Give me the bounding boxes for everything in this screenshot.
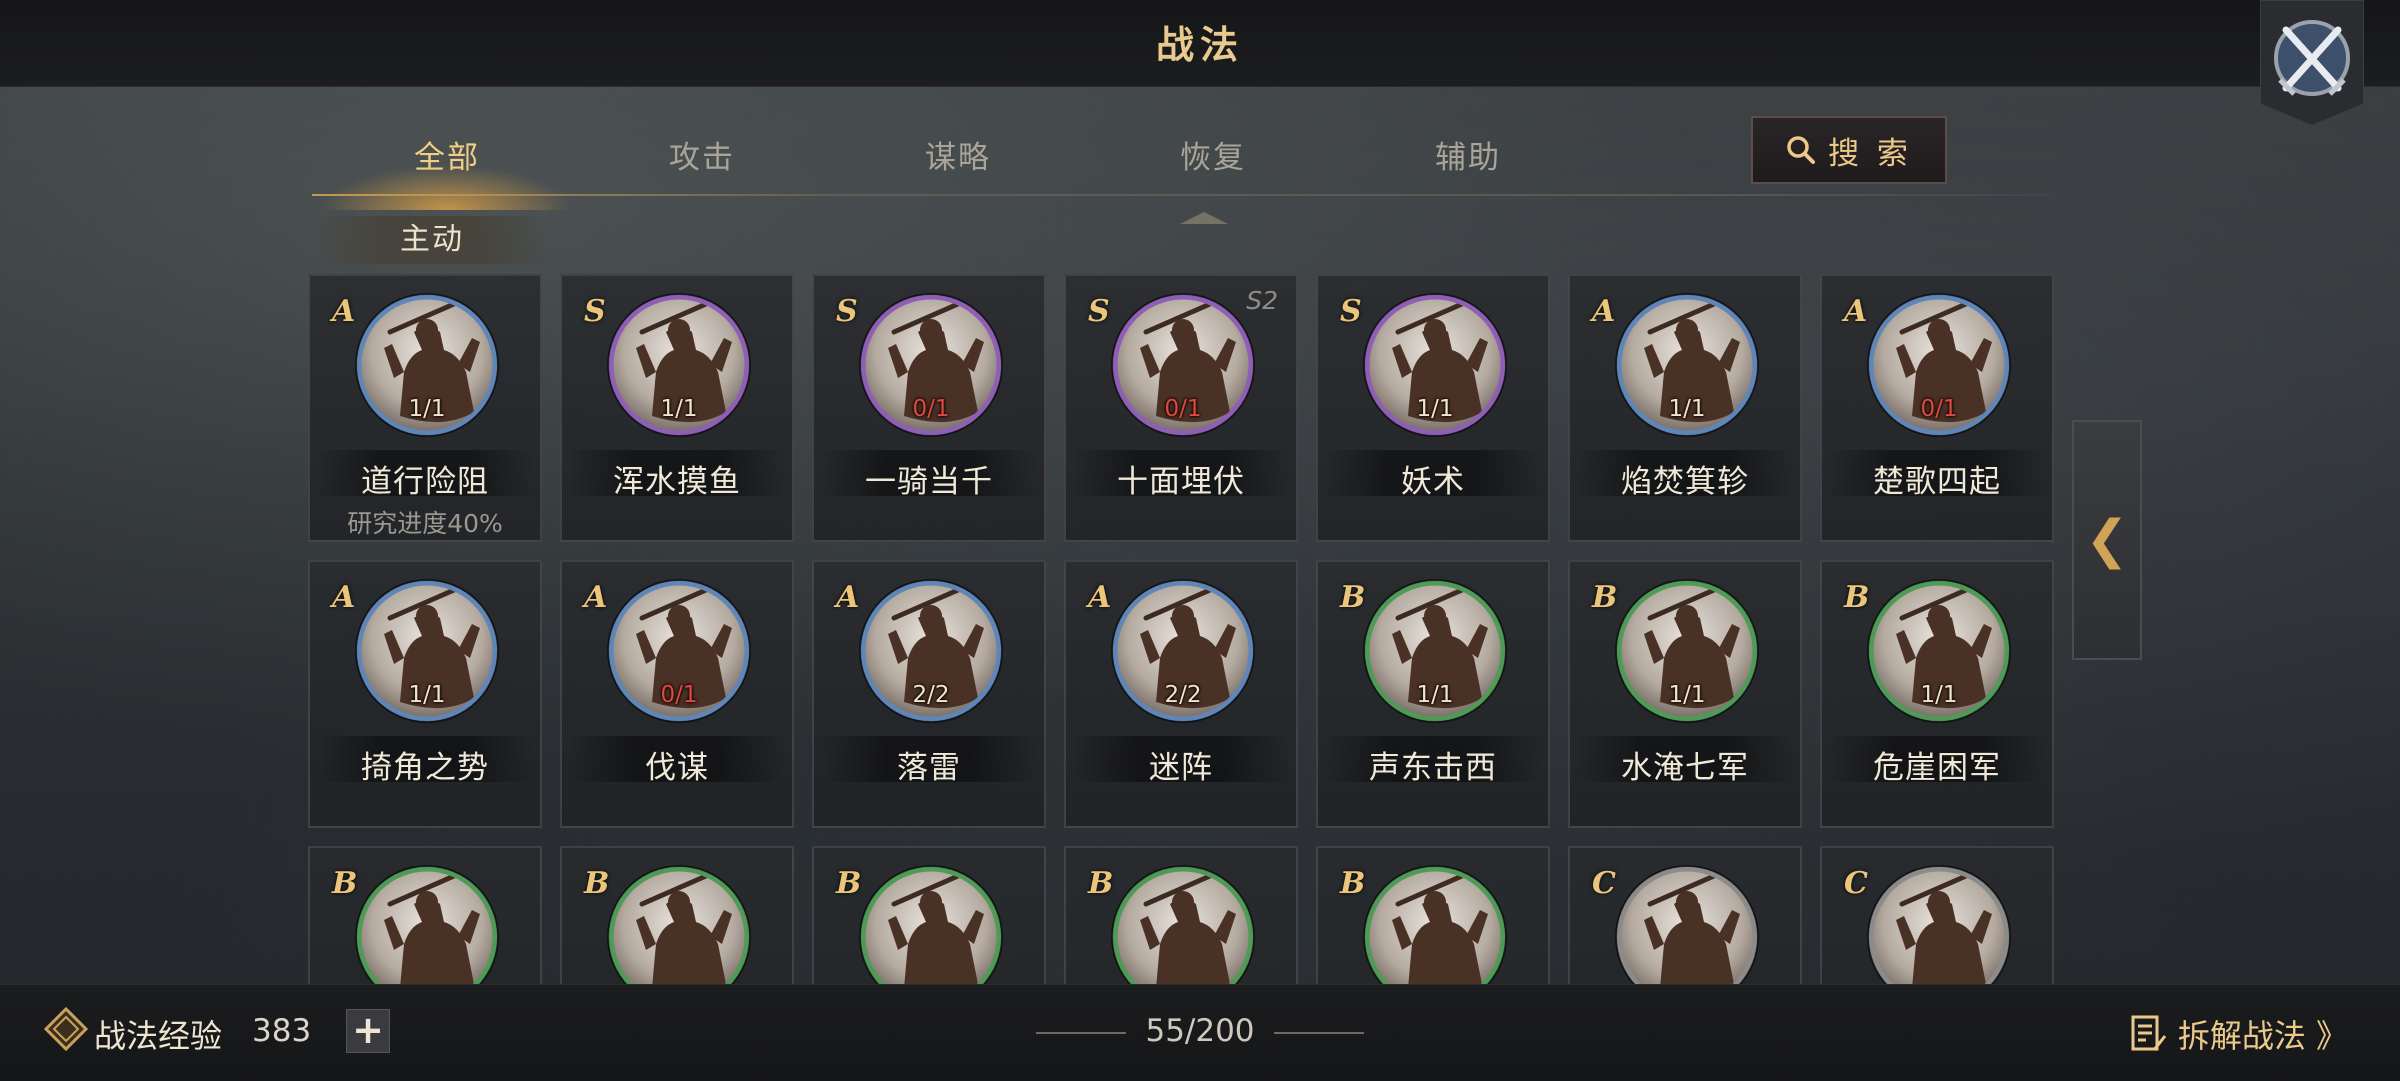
season-tag: S2	[1246, 286, 1278, 315]
top-bar: 战法	[0, 0, 2400, 126]
owned-count: 1/1	[408, 682, 446, 708]
tactic-card[interactable]: B	[1064, 846, 1298, 986]
section-label-active: 主动	[312, 216, 552, 264]
grade-badge: S	[1088, 294, 1110, 329]
tab-attack[interactable]: 攻击	[612, 132, 792, 177]
tactic-name: 危崖困军	[1873, 750, 2001, 786]
owned-count: 2/2	[1164, 682, 1202, 708]
tactic-card[interactable]: A 1/1 焰焚箕轸	[1568, 274, 1802, 542]
tactic-card[interactable]: B 1/1 声东击西	[1316, 560, 1550, 828]
tactic-card[interactable]: S 0/1 一骑当千	[812, 274, 1046, 542]
owned-count: 1/1	[1920, 682, 1958, 708]
tactic-exp-icon	[44, 1007, 88, 1051]
tab-recovery[interactable]: 恢复	[1123, 132, 1303, 177]
tactic-card[interactable]: B 1/1 水淹七军	[1568, 560, 1802, 828]
tactic-name: 落雷	[897, 750, 961, 786]
owned-count: 2/2	[912, 682, 950, 708]
tactic-name: 水淹七军	[1621, 750, 1749, 786]
grade-badge: S	[584, 294, 606, 329]
owned-count: 1/1	[660, 396, 698, 422]
capacity-counter: 55/200	[1145, 1013, 1255, 1049]
grade-badge: A	[1844, 294, 1868, 329]
tactic-name: 浑水摸鱼	[613, 464, 741, 500]
tactics-grid: A 1/1 道行险阻 研究进度40% S 1/1 浑水摸鱼 S 0/1 一骑当千 S 0/1 十面埋伏 S…	[308, 274, 2060, 986]
tactic-card[interactable]: B	[560, 846, 794, 986]
side-panel-toggle[interactable]: ❮	[2072, 420, 2142, 660]
owned-count: 0/1	[1164, 396, 1202, 422]
owned-count: 0/1	[912, 396, 950, 422]
grade-badge: C	[1592, 866, 1616, 901]
tactic-name: 楚歌四起	[1873, 464, 2001, 500]
tab-all[interactable]: 全部	[357, 132, 537, 177]
tactic-card[interactable]: B	[308, 846, 542, 986]
grade-badge: A	[836, 580, 860, 615]
list-edit-icon	[2131, 1015, 2166, 1051]
tactic-card[interactable]: B	[812, 846, 1046, 986]
tab-support[interactable]: 辅助	[1378, 132, 1558, 177]
exp-label: 战法经验	[94, 1017, 223, 1055]
add-exp-button[interactable]: +	[346, 1009, 390, 1053]
tactic-name: 十面埋伏	[1117, 464, 1245, 500]
tactic-name: 声东击西	[1369, 750, 1497, 786]
chevron-left-icon: ❮	[2085, 510, 2129, 570]
owned-count: 1/1	[1668, 682, 1706, 708]
tactic-name: 伐谋	[645, 750, 709, 786]
tactic-name: 道行险阻	[361, 464, 489, 500]
tactic-card[interactable]: S 1/1 妖术	[1316, 274, 1550, 542]
tactic-card[interactable]: S 0/1 十面埋伏 S2	[1064, 274, 1298, 542]
grade-badge: S	[836, 294, 858, 329]
tactic-card[interactable]: A 0/1 楚歌四起	[1820, 274, 2054, 542]
search-button[interactable]: 搜 索	[1751, 116, 1947, 184]
page-title: 战法	[1155, 23, 1244, 67]
tactic-name: 迷阵	[1149, 750, 1213, 786]
owned-count: 1/1	[1668, 396, 1706, 422]
tab-divider	[312, 194, 2052, 196]
grade-badge: A	[1088, 580, 1112, 615]
grade-badge: A	[332, 294, 356, 329]
owned-count: 1/1	[1416, 682, 1454, 708]
owned-count: 0/1	[1920, 396, 1958, 422]
grade-badge: A	[1592, 294, 1616, 329]
collapse-caret-icon[interactable]	[1180, 212, 1228, 224]
tactic-name: 妖术	[1401, 464, 1465, 500]
tactic-card[interactable]: A 1/1 道行险阻研究进度40%	[308, 274, 542, 542]
tactic-card[interactable]: A 0/1 伐谋	[560, 560, 794, 828]
decompose-tactics-button[interactable]: 拆解战法 》	[2130, 1011, 2348, 1057]
exp-value: 383	[252, 1013, 312, 1049]
capacity-line-right	[1274, 1032, 1364, 1034]
tactic-name: 掎角之势	[361, 750, 489, 786]
search-icon	[1787, 136, 1816, 164]
decompose-label: 拆解战法 》	[2177, 1017, 2348, 1055]
tab-strategy[interactable]: 谋略	[868, 132, 1048, 177]
tactic-card[interactable]: A 2/2 落雷	[812, 560, 1046, 828]
tactic-card[interactable]: A 1/1 掎角之势	[308, 560, 542, 828]
tactic-card[interactable]: S 1/1 浑水摸鱼	[560, 274, 794, 542]
close-crossed-swords-icon[interactable]	[2260, 0, 2364, 126]
research-progress: 研究进度40%	[347, 509, 503, 538]
tactic-card[interactable]: B 1/1 危崖困军	[1820, 560, 2054, 828]
tactic-name: 焰焚箕轸	[1621, 464, 1749, 500]
bottom-bar: 战法经验 383 + 55/200 拆解战法 》	[0, 984, 2400, 1081]
owned-count: 1/1	[1416, 396, 1454, 422]
tactic-card[interactable]: B	[1316, 846, 1550, 986]
owned-count: 1/1	[408, 396, 446, 422]
owned-count: 0/1	[660, 682, 698, 708]
tactic-card[interactable]: C	[1568, 846, 1802, 986]
tactic-card[interactable]: C	[1820, 846, 2054, 986]
grade-badge: S	[1340, 294, 1362, 329]
grade-badge: C	[1844, 866, 1868, 901]
grade-badge: A	[332, 580, 356, 615]
tactic-name: 一骑当千	[865, 464, 993, 500]
tactic-card[interactable]: A 2/2 迷阵	[1064, 560, 1298, 828]
search-label: 搜 索	[1828, 135, 1912, 172]
grade-badge: A	[584, 580, 608, 615]
